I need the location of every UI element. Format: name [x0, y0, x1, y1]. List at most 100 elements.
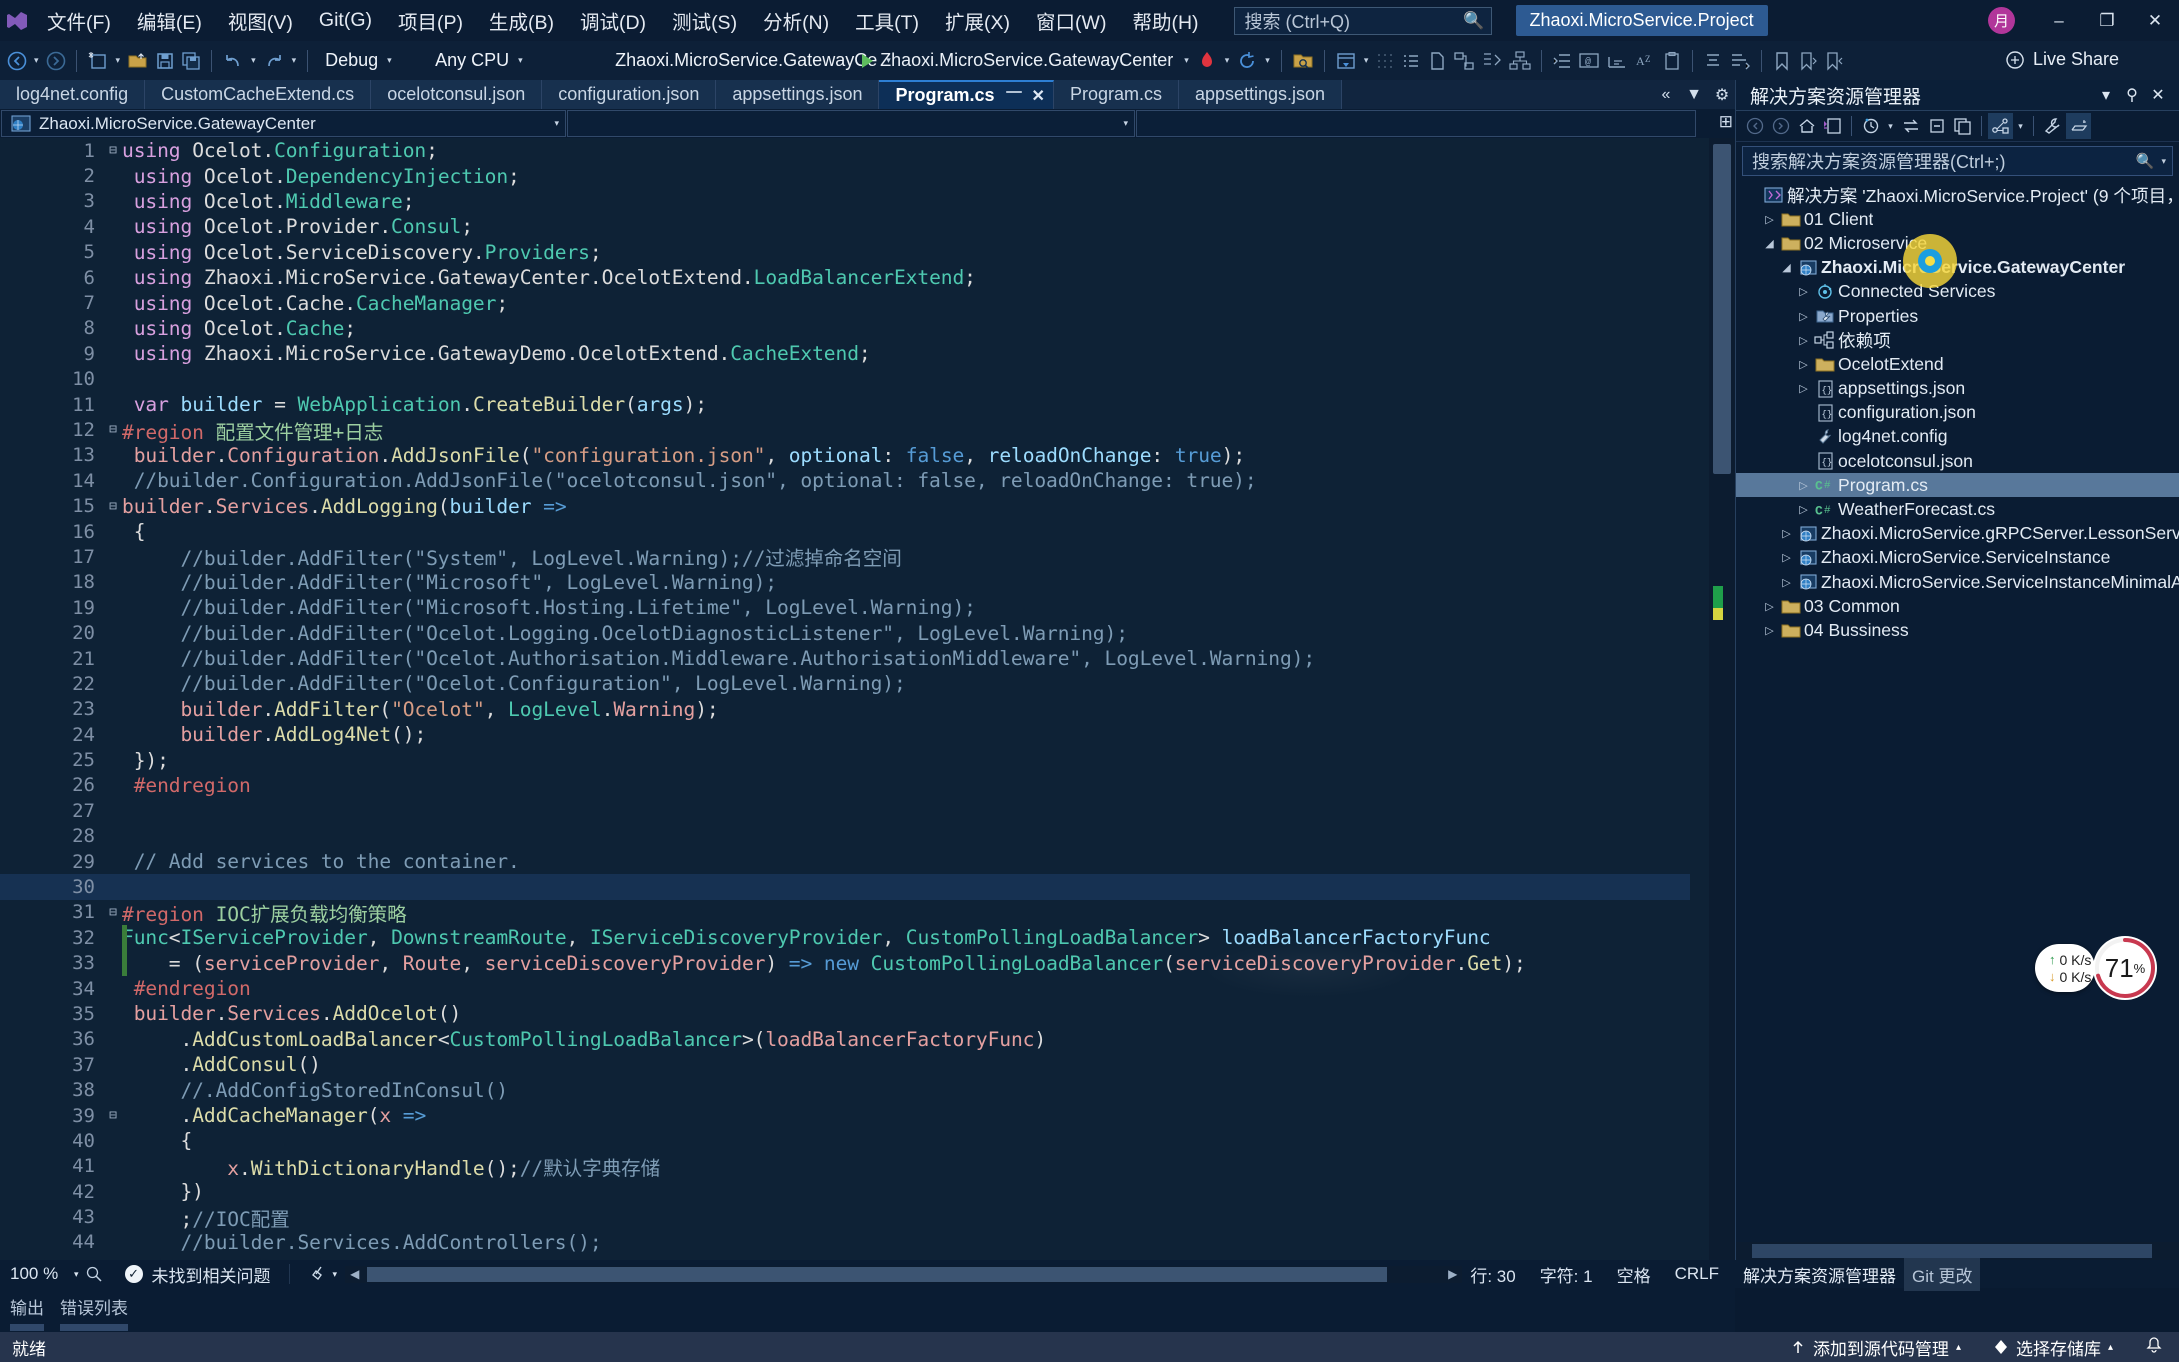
- solution-platform-combo[interactable]: Any CPU ▾: [425, 47, 605, 75]
- code-line[interactable]: 32 Func<IServiceProvider, DownstreamRoute…: [0, 925, 1690, 951]
- global-search-box[interactable]: 搜索 (Ctrl+Q) 🔍: [1233, 6, 1492, 35]
- expand-toggle-icon[interactable]: ▷: [1795, 503, 1812, 516]
- close-tab-icon[interactable]: ✕: [1032, 86, 1045, 106]
- menu-tools[interactable]: 工具(T): [842, 0, 932, 41]
- line-indicator[interactable]: 行: 30: [1470, 1262, 1515, 1287]
- zoom-level-combo[interactable]: 100 % ▾: [0, 1264, 103, 1284]
- code-line[interactable]: 29 // Add services to the container.: [0, 849, 1690, 874]
- fold-toggle-icon[interactable]: ⊟: [104, 905, 122, 920]
- hierarchy-icon[interactable]: [1506, 46, 1534, 76]
- code-line[interactable]: 8 using Ocelot.Cache;: [0, 316, 1690, 341]
- start-debug-button[interactable]: Zhaoxi.MicroService.GatewayCenter: [855, 46, 1180, 76]
- comment-icon[interactable]: @: [1575, 46, 1603, 76]
- bookmark-prev-icon[interactable]: [1821, 46, 1847, 76]
- tree-item[interactable]: {} ocelotconsul.json: [1736, 449, 2179, 473]
- code-line[interactable]: 40 {: [0, 1128, 1690, 1153]
- restart-icon[interactable]: [1233, 46, 1261, 76]
- add-to-source-control-button[interactable]: 添加到源代码管理 ▴: [1774, 1335, 1977, 1360]
- preview-selected-items-icon[interactable]: [2066, 113, 2091, 139]
- breadcrumb-project-dropdown[interactable]: Zhaoxi.MicroService.GatewayCenter ▾: [1, 110, 566, 137]
- dock-tab-error-list[interactable]: 错误列表: [60, 1294, 128, 1331]
- expand-toggle-icon[interactable]: ▷: [1778, 527, 1795, 540]
- fold-toggle-icon[interactable]: ⊟: [104, 499, 122, 514]
- back-icon[interactable]: [1742, 113, 1767, 139]
- tab-program-cs-2[interactable]: Program.cs: [1053, 80, 1179, 109]
- menu-git[interactable]: Git(G): [306, 0, 385, 41]
- code-line[interactable]: 13 builder.Configuration.AddJsonFile("co…: [0, 443, 1690, 468]
- pin-panel-icon[interactable]: ⚲: [2119, 85, 2145, 105]
- format-document-icon[interactable]: [1726, 46, 1754, 76]
- code-line[interactable]: 1 ⊟ using Ocelot.Configuration;: [0, 138, 1690, 163]
- new-project-icon[interactable]: [84, 46, 112, 76]
- chevron-down-icon[interactable]: ▾: [2161, 156, 2166, 167]
- menu-edit[interactable]: 编辑(E): [124, 0, 215, 41]
- solution-tree[interactable]: 解决方案 'Zhaoxi.MicroService.Project' (9 个项…: [1736, 183, 2179, 1203]
- tree-item[interactable]: ▷ {} appsettings.json: [1736, 377, 2179, 401]
- hot-reload-icon[interactable]: [1193, 46, 1221, 76]
- select-repository-button[interactable]: 选择存储库 ▴: [1977, 1335, 2129, 1360]
- menu-project[interactable]: 项目(P): [385, 0, 476, 41]
- forward-icon[interactable]: [1768, 113, 1793, 139]
- tab-program-cs-active[interactable]: Program.cs ⎻ ✕: [879, 80, 1054, 109]
- tree-item[interactable]: ▷ 04 Bussiness: [1736, 618, 2179, 642]
- code-line[interactable]: 38 //.AddConfigStoredInConsul(): [0, 1077, 1690, 1102]
- view-code-map-icon[interactable]: [1988, 113, 2013, 139]
- menu-analyze[interactable]: 分析(N): [750, 0, 842, 41]
- expand-toggle-icon[interactable]: ▷: [1795, 285, 1812, 298]
- code-line[interactable]: 41 x.WithDictionaryHandle();//默认字典存储: [0, 1154, 1690, 1180]
- bookmark-icon[interactable]: [1769, 46, 1795, 76]
- bookmark-next-icon[interactable]: [1795, 46, 1821, 76]
- expand-toggle-icon[interactable]: ▷: [1795, 310, 1812, 323]
- tree-item[interactable]: ▷ OcelotExtend: [1736, 352, 2179, 376]
- bell-icon[interactable]: [2129, 1336, 2179, 1359]
- hot-reload-dropdown-icon[interactable]: ▾: [1221, 55, 1234, 66]
- scroll-right-icon[interactable]: ▶: [1443, 1267, 1462, 1281]
- split-editor-icon[interactable]: ⊞: [1719, 112, 1733, 132]
- code-line[interactable]: 43 ;//IOC配置: [0, 1204, 1690, 1231]
- menu-view[interactable]: 视图(V): [215, 0, 306, 41]
- tab-appsettings-json-2[interactable]: appsettings.json: [1178, 80, 1343, 109]
- tree-item[interactable]: ▷ Properties: [1736, 304, 2179, 328]
- close-button[interactable]: ✕: [2131, 0, 2179, 41]
- expand-toggle-icon[interactable]: ▷: [1795, 382, 1812, 395]
- startup-project-combo[interactable]: Zhaoxi.MicroService.GatewayCe ▾: [605, 47, 891, 75]
- dock-tab-output[interactable]: 输出: [10, 1294, 44, 1331]
- code-map-dropdown-icon[interactable]: ▾: [2014, 113, 2027, 139]
- code-line[interactable]: 22 //builder.AddFilter("Ocelot.Configura…: [0, 671, 1690, 696]
- start-dropdown-icon[interactable]: ▾: [1180, 55, 1193, 66]
- dotted-grid-icon[interactable]: [1372, 46, 1398, 76]
- bookmark-nav-icon[interactable]: [1603, 46, 1631, 76]
- navigate-backward-icon[interactable]: [4, 46, 30, 76]
- menu-test[interactable]: 测试(S): [659, 0, 750, 41]
- collapse-all-icon[interactable]: [1924, 113, 1949, 139]
- panel-dropdown-icon[interactable]: ▾: [2093, 85, 2119, 105]
- preview-changes-icon[interactable]: [1332, 46, 1360, 76]
- new-project-dropdown-icon[interactable]: ▾: [112, 55, 125, 66]
- code-line[interactable]: 31 ⊟ #region IOC扩展负载均衡策略: [0, 900, 1690, 926]
- class-diagram-icon[interactable]: [1450, 46, 1478, 76]
- code-line[interactable]: 11 var builder = WebApplication.CreateBu…: [0, 392, 1690, 417]
- editor-horizontal-scrollbar[interactable]: ◀ ▶: [345, 1265, 1463, 1283]
- tree-item[interactable]: ▷ Zhaoxi.MicroService.gRPCServer.LessonSe…: [1736, 522, 2179, 546]
- fold-toggle-icon[interactable]: ⊟: [104, 1108, 122, 1123]
- expand-toggle-icon[interactable]: ▷: [1795, 358, 1812, 371]
- breadcrumb-type-dropdown[interactable]: ▾: [567, 110, 1135, 137]
- code-line[interactable]: 21 //builder.AddFilter("Ocelot.Authorisa…: [0, 646, 1690, 671]
- pin-tab-icon[interactable]: ⎻: [1007, 87, 1022, 104]
- show-all-files-icon[interactable]: [1950, 113, 1975, 139]
- tree-item[interactable]: ▷ Zhaoxi.MicroService.ServiceInstance: [1736, 546, 2179, 570]
- align-left-icon[interactable]: [1700, 46, 1726, 76]
- tree-item[interactable]: ▷ Zhaoxi.MicroService.ServiceInstanceMini…: [1736, 570, 2179, 594]
- undo-icon[interactable]: [219, 46, 247, 76]
- tree-item[interactable]: ◢ 02 Microservice: [1736, 231, 2179, 255]
- properties-wrench-icon[interactable]: [2040, 113, 2065, 139]
- expand-toggle-icon[interactable]: ▷: [1778, 551, 1795, 564]
- code-line[interactable]: 16 {: [0, 519, 1690, 544]
- code-line[interactable]: 12 ⊟ #region 配置文件管理+日志: [0, 417, 1690, 444]
- code-line[interactable]: 3 using Ocelot.Middleware;: [0, 189, 1690, 214]
- code-line[interactable]: 35 builder.Services.AddOcelot(): [0, 1001, 1690, 1026]
- tree-item[interactable]: ◢ Zhaoxi.MicroService.GatewayCenter: [1736, 256, 2179, 280]
- expand-toggle-icon[interactable]: ◢: [1761, 237, 1778, 250]
- task-list-icon[interactable]: [1398, 46, 1424, 76]
- home-icon[interactable]: [1794, 113, 1819, 139]
